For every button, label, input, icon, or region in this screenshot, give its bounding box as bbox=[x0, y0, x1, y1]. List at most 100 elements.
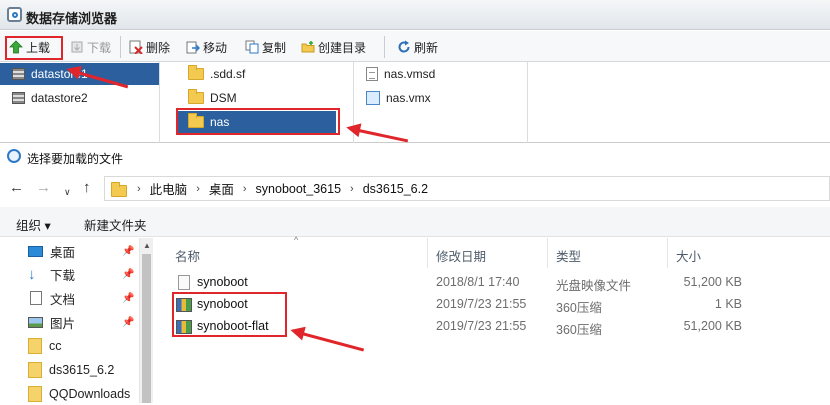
nav-item-label: ds3615_6.2 bbox=[49, 363, 115, 377]
file-date: 2018/8/1 17:40 bbox=[436, 275, 520, 289]
breadcrumb-current-folder[interactable]: ds3615_6.2 bbox=[363, 182, 428, 196]
nav-item-folder[interactable]: QQDownloads bbox=[28, 383, 138, 405]
datastore-browser-titlebar: 数据存储浏览器 bbox=[0, 0, 830, 30]
scroll-up-icon[interactable]: ▲ bbox=[143, 241, 151, 250]
pin-icon[interactable]: 📌 bbox=[122, 293, 134, 304]
new-folder-button[interactable]: 新建文件夹 bbox=[84, 215, 147, 234]
navigation-scrollbar[interactable]: ▲ bbox=[139, 238, 153, 403]
organize-menu-button[interactable]: 组织 ▾ bbox=[16, 215, 51, 234]
move-label: 移动 bbox=[203, 40, 228, 55]
folder-label: DSM bbox=[210, 91, 237, 105]
download-arrow-icon: ↓ bbox=[28, 265, 36, 283]
file-type: 光盘映像文件 bbox=[556, 279, 632, 293]
file-row[interactable]: synoboot 2018/8/1 17:40 光盘映像文件 51,200 KB bbox=[172, 272, 762, 294]
refresh-icon bbox=[397, 40, 411, 54]
toolbar-separator bbox=[384, 36, 385, 58]
nav-item-label: cc bbox=[49, 339, 62, 353]
move-button[interactable]: 移动 bbox=[186, 37, 227, 57]
download-icon bbox=[70, 40, 84, 54]
disc-image-icon bbox=[178, 275, 190, 290]
file-date: 2019/7/23 21:55 bbox=[436, 297, 527, 311]
refresh-button[interactable]: 刷新 bbox=[397, 37, 438, 57]
file-type: 360压缩 bbox=[556, 301, 602, 315]
refresh-label: 刷新 bbox=[414, 40, 439, 55]
folder-icon bbox=[188, 89, 204, 104]
file-dialog-title: 选择要加载的文件 bbox=[27, 152, 124, 166]
nav-item-label: 桌面 bbox=[50, 245, 76, 260]
create-directory-label: 创建目录 bbox=[318, 40, 367, 55]
download-button[interactable]: 下载 bbox=[70, 37, 111, 57]
file-name: synoboot bbox=[197, 275, 248, 289]
file-size: 51,200 KB bbox=[683, 319, 742, 333]
pin-icon[interactable]: 📌 bbox=[122, 246, 134, 257]
navigation-pane: 桌面 📌 ↓ 下载 📌 文档 📌 图片 📌 cc ds3615_6.2 QQDo… bbox=[0, 238, 153, 403]
folder-icon bbox=[28, 338, 42, 354]
delete-x-icon bbox=[129, 40, 143, 55]
file-type: 360压缩 bbox=[556, 323, 602, 337]
command-bar: 组织 ▾ 新建文件夹 bbox=[0, 207, 830, 237]
column-header-name[interactable]: 名称 bbox=[175, 246, 200, 265]
address-bar: ← → ∨ ↑ › 此电脑 › 桌面 › synoboot_3615 › ds3… bbox=[0, 172, 830, 204]
annotation-box-upload bbox=[5, 36, 63, 60]
datastore-item[interactable]: datastore2 bbox=[0, 87, 159, 109]
datastore-icon bbox=[12, 68, 25, 80]
pin-icon[interactable]: 📌 bbox=[122, 317, 134, 328]
desktop-icon bbox=[28, 245, 43, 257]
toolbar-separator bbox=[120, 36, 121, 58]
nav-item-label: 图片 bbox=[50, 316, 76, 331]
column-header-type[interactable]: 类型 bbox=[556, 246, 581, 265]
file-size: 51,200 KB bbox=[683, 275, 742, 289]
file-label: nas.vmx bbox=[386, 91, 431, 105]
breadcrumb-separator-icon[interactable]: › bbox=[196, 183, 200, 195]
datastore-browser-window: 数据存储浏览器 上载 下载 删除 移动 复制 创建目录 刷新 datastore… bbox=[0, 0, 830, 143]
datastore-browser-title: 数据存储浏览器 bbox=[26, 11, 118, 26]
nav-item-folder[interactable]: cc bbox=[28, 335, 138, 357]
delete-button[interactable]: 删除 bbox=[129, 37, 170, 57]
column-header-date[interactable]: 修改日期 bbox=[436, 246, 486, 265]
datastore-label: datastore2 bbox=[31, 91, 88, 105]
scrollbar-thumb[interactable] bbox=[142, 254, 151, 403]
nav-item-label: 文档 bbox=[50, 292, 76, 307]
breadcrumb-separator-icon[interactable]: › bbox=[243, 183, 247, 195]
column-divider[interactable] bbox=[547, 238, 548, 268]
up-arrow-icon[interactable]: ↑ bbox=[83, 179, 91, 197]
annotation-box-vmdk-files bbox=[172, 292, 287, 337]
breadcrumb-separator-icon[interactable]: › bbox=[350, 183, 354, 195]
folder-icon bbox=[28, 362, 42, 378]
download-label: 下载 bbox=[87, 40, 112, 55]
folder-label: .sdd.sf bbox=[210, 67, 246, 81]
column-divider[interactable] bbox=[667, 238, 668, 268]
nav-item-label: QQDownloads bbox=[49, 387, 131, 401]
breadcrumb-synoboot-folder[interactable]: synoboot_3615 bbox=[256, 182, 342, 196]
file-item[interactable]: nas.vmsd bbox=[354, 63, 524, 85]
create-directory-button[interactable]: 创建目录 bbox=[301, 37, 366, 57]
datastore-browser-app-icon bbox=[7, 7, 22, 22]
recent-locations-chevron-icon[interactable]: ∨ bbox=[64, 183, 71, 201]
breadcrumb[interactable]: › 此电脑 › 桌面 › synoboot_3615 › ds3615_6.2 bbox=[104, 176, 830, 201]
breadcrumb-separator-icon[interactable]: › bbox=[137, 183, 141, 195]
column-header-size[interactable]: 大小 bbox=[676, 246, 701, 265]
copy-label: 复制 bbox=[262, 40, 287, 55]
breadcrumb-this-pc[interactable]: 此电脑 bbox=[150, 179, 188, 198]
nav-item-folder[interactable]: ds3615_6.2 bbox=[28, 359, 138, 381]
folder-item[interactable]: DSM bbox=[176, 87, 336, 109]
datastore-toolbar: 上载 下载 删除 移动 复制 创建目录 刷新 bbox=[0, 31, 830, 62]
forward-arrow-icon[interactable]: → bbox=[36, 179, 51, 197]
folder-item[interactable]: .sdd.sf bbox=[176, 63, 336, 85]
move-icon bbox=[186, 40, 201, 54]
file-dialog-titlebar: 选择要加载的文件 bbox=[0, 143, 830, 171]
nav-item-label: 下载 bbox=[50, 268, 76, 283]
folder-icon bbox=[28, 386, 42, 402]
copy-button[interactable]: 复制 bbox=[245, 37, 286, 57]
new-folder-icon bbox=[301, 40, 315, 54]
file-list-pane: nas.vmsd nas.vmx bbox=[354, 62, 528, 143]
picture-icon bbox=[28, 316, 43, 328]
annotation-box-nas-folder bbox=[176, 108, 340, 135]
pin-icon[interactable]: 📌 bbox=[122, 269, 134, 280]
breadcrumb-desktop[interactable]: 桌面 bbox=[209, 179, 234, 198]
copy-icon bbox=[245, 40, 259, 54]
column-divider[interactable] bbox=[427, 238, 428, 268]
file-label: nas.vmsd bbox=[384, 67, 436, 81]
back-arrow-icon[interactable]: ← bbox=[9, 179, 24, 197]
file-item[interactable]: nas.vmx bbox=[354, 87, 524, 109]
